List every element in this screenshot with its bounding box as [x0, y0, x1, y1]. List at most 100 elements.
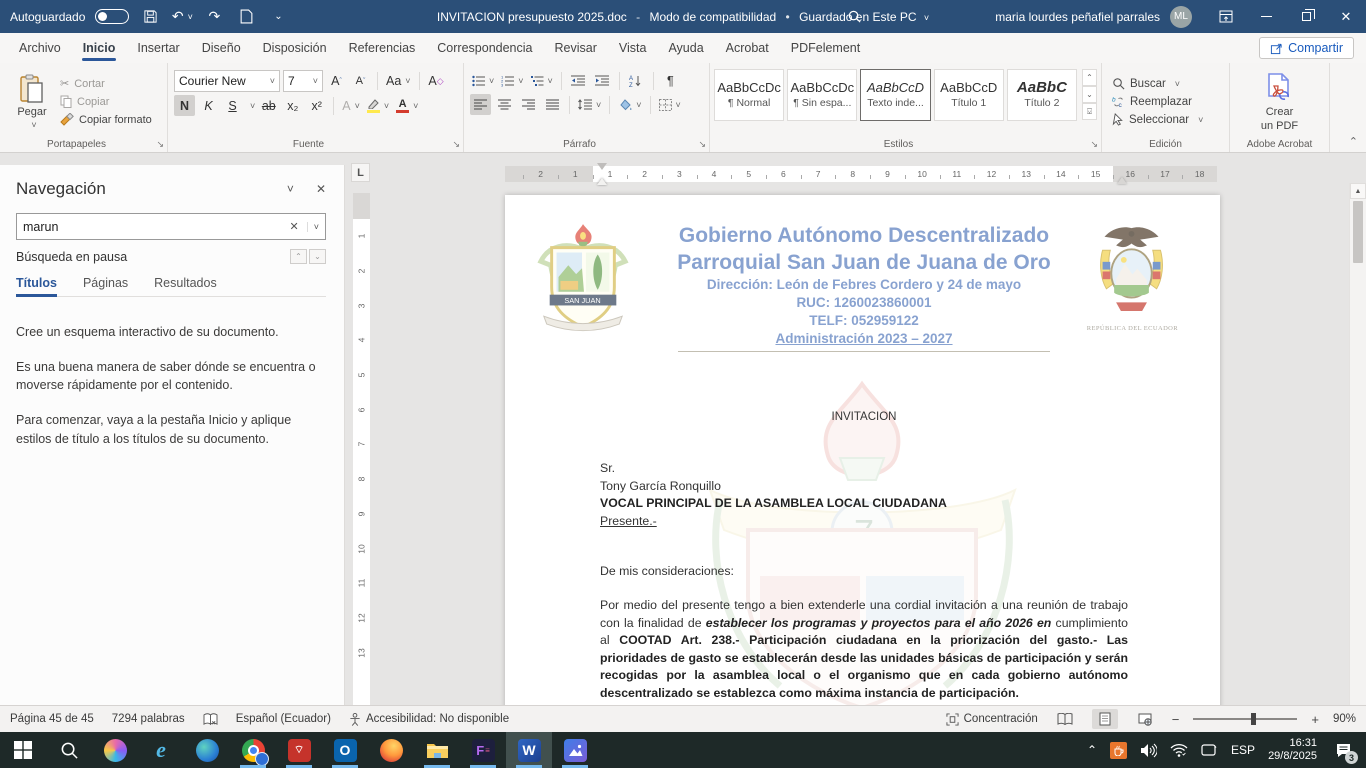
- document-page[interactable]: 7: [505, 195, 1220, 705]
- font-dialog-launcher[interactable]: ↘: [452, 139, 460, 150]
- navigation-search-box[interactable]: marun ✕ ˅: [16, 213, 326, 240]
- taskbar-firefox-icon[interactable]: [368, 732, 414, 768]
- qat-more-icon[interactable]: ⌄: [267, 6, 289, 28]
- redo-icon[interactable]: ↷: [203, 6, 225, 28]
- font-size-combo[interactable]: 7˅: [283, 70, 323, 92]
- page-indicator[interactable]: Página 45 de 45: [10, 713, 94, 725]
- style-normal[interactable]: AaBbCcDc¶ Normal: [714, 69, 784, 121]
- clipboard-dialog-launcher[interactable]: ↘: [156, 139, 164, 150]
- bullets-button[interactable]: ˅: [470, 70, 496, 91]
- accessibility-status[interactable]: Accesibilidad: No disponible: [349, 713, 509, 726]
- zoom-in-button[interactable]: +: [1311, 712, 1319, 727]
- tab-revisar[interactable]: Revisar: [543, 35, 607, 61]
- tab-inicio[interactable]: Inicio: [72, 35, 127, 61]
- text-effects-button[interactable]: A˅: [340, 95, 362, 116]
- close-button[interactable]: ✕: [1326, 0, 1366, 33]
- autosave-toggle[interactable]: [95, 9, 129, 24]
- cut-button[interactable]: ✂Cortar: [60, 77, 152, 90]
- minimize-button[interactable]: [1246, 0, 1286, 33]
- taskbar-edge-icon[interactable]: [184, 732, 230, 768]
- style-indent-text[interactable]: AaBbCcDTexto inde...: [860, 69, 930, 121]
- share-button[interactable]: Compartir: [1259, 37, 1354, 59]
- clear-formatting-button[interactable]: A◇: [426, 71, 447, 92]
- tray-wifi-icon[interactable]: [1170, 743, 1188, 757]
- zoom-level[interactable]: 90%: [1333, 713, 1356, 725]
- nav-tab-resultados[interactable]: Resultados: [154, 276, 217, 296]
- read-mode-button[interactable]: [1052, 709, 1078, 729]
- nav-tab-paginas[interactable]: Páginas: [83, 276, 128, 296]
- underline-dropdown-icon[interactable]: ˅: [250, 101, 255, 111]
- tray-volume-icon[interactable]: [1140, 743, 1157, 758]
- tab-disposicion[interactable]: Disposición: [252, 35, 338, 61]
- highlight-color-button[interactable]: ˅: [365, 95, 391, 116]
- grow-font-button[interactable]: Aˆ: [326, 71, 347, 92]
- touch-mode-icon[interactable]: [235, 6, 257, 28]
- styles-more-icon[interactable]: ⍌: [1082, 103, 1097, 120]
- search-options-dropdown-icon[interactable]: ˅: [307, 222, 319, 232]
- undo-icon[interactable]: ↶˅: [171, 6, 193, 28]
- decrease-indent-button[interactable]: [568, 70, 589, 91]
- taskbar-chrome-icon[interactable]: [230, 732, 276, 768]
- font-size-dropdown-icon[interactable]: ˅: [313, 76, 318, 86]
- taskbar-search-button[interactable]: [46, 732, 92, 768]
- undo-dropdown-icon[interactable]: ˅: [188, 12, 193, 22]
- tray-clock[interactable]: 16:31 29/8/2025: [1268, 737, 1317, 763]
- notification-center-icon[interactable]: 3: [1330, 737, 1356, 763]
- nav-tab-titulos[interactable]: Títulos: [16, 276, 57, 296]
- search-icon[interactable]: [843, 6, 865, 28]
- format-painter-button[interactable]: Copiar formato: [60, 113, 152, 126]
- align-right-button[interactable]: [518, 94, 539, 115]
- strikethrough-button[interactable]: ab: [258, 95, 279, 116]
- style-heading1[interactable]: AaBbCcDTítulo 1: [934, 69, 1004, 121]
- styles-scroll-up-icon[interactable]: ⌃: [1082, 69, 1097, 86]
- align-left-button[interactable]: [470, 94, 491, 115]
- tray-language-indicator[interactable]: ESP: [1231, 743, 1255, 757]
- font-color-button[interactable]: A˅: [394, 95, 420, 116]
- sort-button[interactable]: AZ: [626, 70, 647, 91]
- focus-mode-button[interactable]: Concentración: [946, 713, 1038, 726]
- style-no-spacing[interactable]: AaBbCcDc¶ Sin espa...: [787, 69, 857, 121]
- copy-button[interactable]: Copiar: [60, 95, 152, 108]
- tab-correspondencia[interactable]: Correspondencia: [426, 35, 543, 61]
- paste-dropdown-icon[interactable]: ˅: [31, 120, 36, 130]
- find-button[interactable]: Buscar˅: [1112, 77, 1225, 90]
- tab-pdfelement[interactable]: PDFelement: [780, 35, 871, 61]
- taskbar-outlook-icon[interactable]: O: [322, 732, 368, 768]
- horizontal-ruler[interactable]: 21 123456789101112131415 161718: [505, 166, 1217, 182]
- avatar[interactable]: ML: [1170, 6, 1192, 28]
- tab-diseno[interactable]: Diseño: [191, 35, 252, 61]
- show-marks-button[interactable]: ¶: [660, 70, 681, 91]
- start-button[interactable]: [0, 732, 46, 768]
- create-pdf-button[interactable]: Crear un PDF: [1261, 72, 1298, 132]
- italic-button[interactable]: K: [198, 95, 219, 116]
- align-center-button[interactable]: [494, 94, 515, 115]
- change-case-button[interactable]: Aa˅: [384, 71, 413, 92]
- hanging-indent-marker[interactable]: [597, 173, 607, 185]
- font-family-combo[interactable]: Courier New˅: [174, 70, 280, 92]
- tray-connect-icon[interactable]: ¹: [1201, 743, 1218, 757]
- select-button[interactable]: Seleccionar˅: [1112, 113, 1225, 126]
- bold-button[interactable]: N: [174, 95, 195, 116]
- taskbar-word-icon[interactable]: W: [506, 732, 552, 768]
- taskbar-internet-explorer-icon[interactable]: e: [138, 732, 184, 768]
- shrink-font-button[interactable]: Aˇ: [350, 71, 371, 92]
- paragraph-dialog-launcher[interactable]: ↘: [698, 139, 706, 150]
- print-layout-button[interactable]: [1092, 709, 1118, 729]
- restore-button[interactable]: [1286, 0, 1326, 33]
- proofing-icon[interactable]: [203, 713, 218, 726]
- previous-result-icon[interactable]: ⌃: [290, 249, 307, 264]
- tray-java-icon[interactable]: [1110, 742, 1127, 759]
- tab-archivo[interactable]: Archivo: [8, 35, 72, 61]
- language-indicator[interactable]: Español (Ecuador): [236, 713, 331, 725]
- word-count[interactable]: 7294 palabras: [112, 713, 185, 725]
- taskbar-photos-icon[interactable]: [552, 732, 598, 768]
- underline-button[interactable]: S: [222, 95, 243, 116]
- ribbon-display-options-icon[interactable]: [1206, 0, 1246, 33]
- subscript-button[interactable]: x₂: [282, 95, 303, 116]
- clear-search-icon[interactable]: ✕: [290, 220, 299, 233]
- web-layout-button[interactable]: [1132, 709, 1158, 729]
- paste-button[interactable]: Pegar ˅: [4, 67, 60, 136]
- tab-ayuda[interactable]: Ayuda: [657, 35, 714, 61]
- navigation-pane-close-icon[interactable]: ✕: [316, 182, 326, 196]
- collapse-ribbon-icon[interactable]: ⌃: [1349, 135, 1358, 148]
